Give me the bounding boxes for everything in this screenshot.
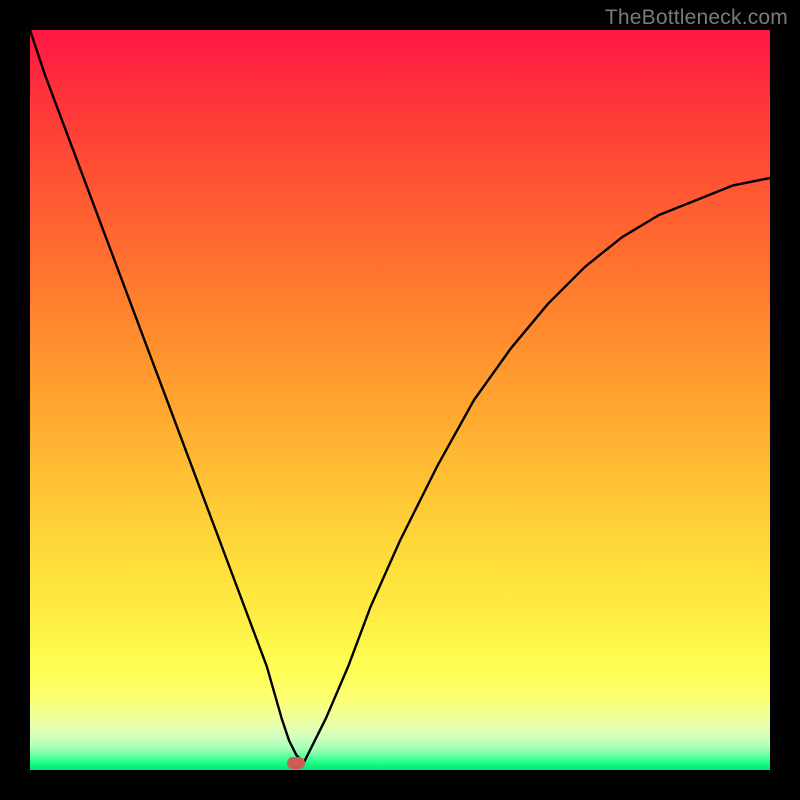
- plot-area: [30, 30, 770, 770]
- bottleneck-curve: [30, 30, 770, 770]
- watermark-label: TheBottleneck.com: [605, 6, 788, 30]
- chart-frame: TheBottleneck.com: [0, 0, 800, 800]
- optimal-point-marker: [287, 757, 305, 769]
